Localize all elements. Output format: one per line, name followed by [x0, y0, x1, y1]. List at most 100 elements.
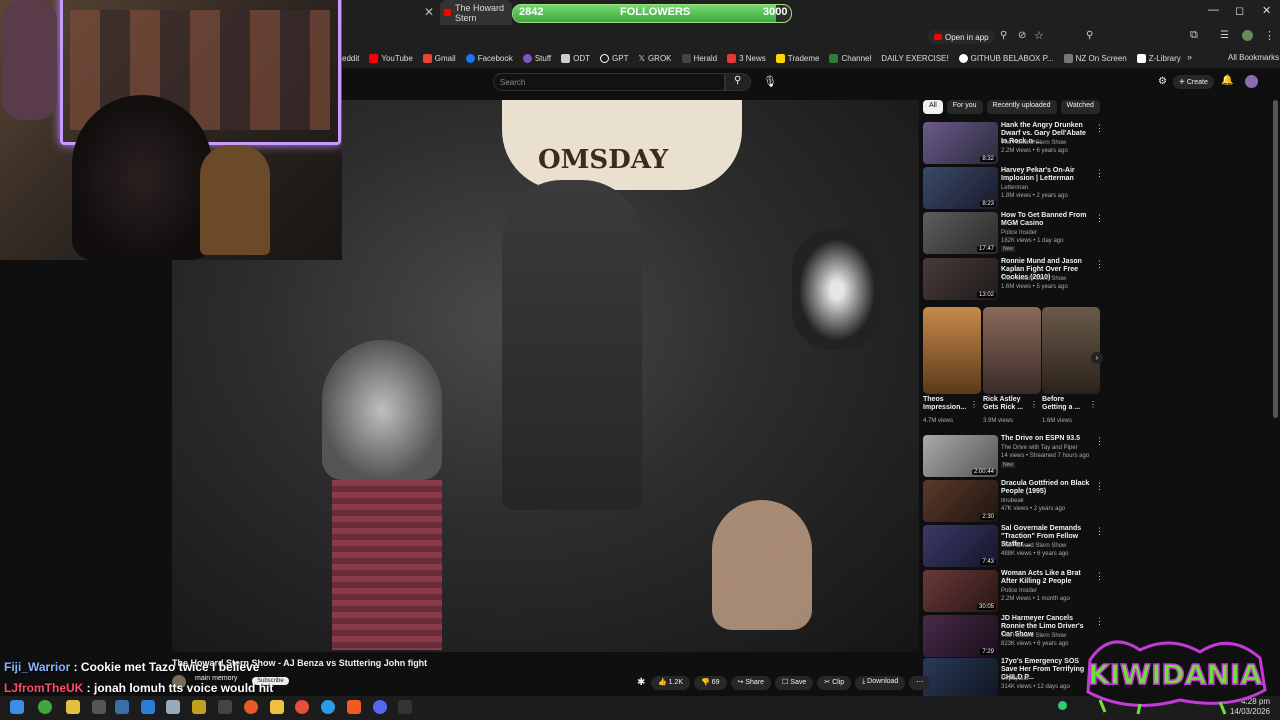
more-icon[interactable]: ⋮	[1095, 213, 1104, 224]
app-icon[interactable]	[192, 700, 206, 714]
bookmark-facebook[interactable]: Facebook	[465, 53, 513, 63]
bookmark-github[interactable]: GITHUB BELABOX P...	[958, 53, 1054, 63]
more-actions-button[interactable]: ⋯	[909, 676, 931, 690]
star-icon[interactable]: ☆	[1034, 29, 1044, 42]
create-button[interactable]: + Create	[1173, 75, 1214, 89]
cast-icon[interactable]: ⚙	[1158, 76, 1167, 87]
app-icon[interactable]	[66, 700, 80, 714]
bookmark-gmail[interactable]: Gmail	[422, 53, 456, 63]
all-bookmarks[interactable]: All Bookmarks	[1228, 53, 1279, 62]
bookmark-herald[interactable]: Herald	[681, 53, 717, 63]
page-scrollbar[interactable]	[1273, 100, 1278, 418]
obs-icon[interactable]	[92, 700, 106, 714]
more-icon[interactable]: ⋮	[1095, 123, 1104, 134]
recommendation-item[interactable]: 30:05 Woman Acts Like a Brat After Killi…	[923, 570, 1104, 612]
start-icon[interactable]	[10, 700, 24, 714]
share-button[interactable]: ↪ Share	[730, 676, 772, 690]
chip-recently-uploaded[interactable]: Recently uploaded	[986, 100, 1057, 114]
more-icon[interactable]: ⋮	[1095, 616, 1104, 627]
bookmark-trademe[interactable]: Trademe	[775, 53, 819, 63]
tab-previous[interactable]: ✕	[342, 0, 438, 25]
more-icon[interactable]: ⋮	[1095, 259, 1104, 270]
chevron-right-icon[interactable]: ›	[1091, 352, 1103, 364]
profile-avatar[interactable]	[1242, 30, 1253, 41]
bell-icon[interactable]: 🔔	[1221, 75, 1233, 86]
discord-icon[interactable]	[373, 700, 387, 714]
close-icon[interactable]: ✕	[424, 5, 434, 19]
status-icon[interactable]	[1058, 701, 1067, 710]
short-thumbnail[interactable]	[1042, 307, 1100, 394]
new-badge: New	[1001, 246, 1016, 252]
recommendation-item[interactable]: 7:43 Sal Governale Demands "Traction" Fr…	[923, 525, 1104, 567]
recommendation-item[interactable]: 2:30 Dracula Gottfried on Black People (…	[923, 480, 1104, 522]
bookmark-stuff[interactable]: Stuff	[522, 53, 551, 63]
search-input[interactable]: Search	[493, 73, 725, 91]
bookmark-nz-on-screen[interactable]: NZ On Screen	[1063, 53, 1127, 63]
app-icon[interactable]	[38, 700, 52, 714]
bookmark-grok[interactable]: 𝕏 GROK	[638, 54, 671, 63]
chip-for-you[interactable]: For you	[946, 100, 983, 114]
recommendation-item[interactable]: 2:00:44 The Drive on ESPN 93.5 The Drive…	[923, 435, 1104, 477]
more-icon[interactable]: ⋮	[1095, 571, 1104, 582]
chip-all[interactable]: All	[923, 100, 943, 114]
chip-watched[interactable]: Watched	[1060, 100, 1100, 114]
more-icon[interactable]: ⋮	[1095, 526, 1104, 537]
gear-icon[interactable]: ✱	[637, 677, 645, 688]
more-icon[interactable]: ⋮	[1095, 436, 1104, 447]
bookmark-zlibrary[interactable]: Z-Library	[1136, 53, 1181, 63]
save-button[interactable]: ☐ Save	[775, 676, 814, 690]
app-icon[interactable]	[141, 700, 155, 714]
short-thumbnail[interactable]	[983, 307, 1041, 394]
eye-off-icon[interactable]: ⊘	[1018, 30, 1026, 41]
short-thumbnail[interactable]	[923, 307, 981, 394]
clip-button[interactable]: ✂ Clip	[817, 676, 852, 690]
recommendation-channel: The Howard Stern Show	[1001, 633, 1067, 639]
dislike-button[interactable]: 👎 69	[694, 676, 727, 690]
folder-icon[interactable]	[270, 700, 284, 714]
more-icon[interactable]: ⋮	[1095, 481, 1104, 492]
download-button[interactable]: ⤓ Download	[855, 676, 906, 690]
chevron-right-icon[interactable]: »	[1187, 52, 1192, 62]
recommendation-item[interactable]: 17:47 How To Get Banned From MGM Casino …	[923, 212, 1104, 254]
like-button[interactable]: 👍 1.2K	[651, 676, 691, 690]
app-icon[interactable]	[166, 700, 180, 714]
bookmark-channel[interactable]: Channel	[829, 53, 871, 63]
minimize-button[interactable]: —	[1208, 4, 1219, 16]
more-icon[interactable]: ⋮	[1095, 168, 1104, 179]
menu-icon[interactable]: ☰	[1220, 30, 1229, 41]
x-icon: 𝕏	[638, 53, 645, 63]
maximize-button[interactable]: ◻	[1235, 4, 1244, 17]
app-icon[interactable]	[218, 700, 232, 714]
zoom-icon[interactable]: ⚲	[1000, 30, 1007, 41]
recommendation-item[interactable]: 8:23 Harvey Pekar's On-Air Implosion | L…	[923, 167, 1104, 209]
more-icon[interactable]: ⋮	[1089, 400, 1097, 409]
brave-icon[interactable]	[347, 700, 361, 714]
duration-badge: 2:00:44	[971, 469, 996, 475]
more-icon[interactable]: ⋮	[1030, 400, 1038, 409]
more-icon[interactable]: ⋮	[1264, 29, 1275, 42]
recommendation-item[interactable]: 8:32 Hank the Angry Drunken Dwarf vs. Ga…	[923, 122, 1104, 164]
app-icon[interactable]	[115, 700, 129, 714]
open-in-app-button[interactable]: Open in app	[928, 30, 995, 44]
recommendation-item[interactable]: 17yo's Emergency SOS Save Her From Terri…	[923, 658, 1103, 696]
bookmark-gpt[interactable]: GPT	[600, 53, 628, 63]
recommendation-item[interactable]: 13:02 Ronnie Mund and Jason Kaplan Fight…	[923, 258, 1104, 300]
microphone-icon[interactable]: 🎙	[763, 75, 777, 88]
extensions-icon[interactable]: ⧉	[1190, 29, 1198, 42]
search-button[interactable]: ⚲	[725, 73, 751, 91]
bookmark-odt[interactable]: ODT	[561, 53, 590, 63]
recommendation-item[interactable]: 7:29 JD Harmeyer Cancels Ronnie the Limo…	[923, 615, 1104, 657]
edge-icon[interactable]	[321, 700, 335, 714]
close-window-button[interactable]: ✕	[1262, 4, 1271, 17]
firefox-icon[interactable]	[244, 700, 258, 714]
account-avatar[interactable]	[1245, 75, 1258, 88]
search-icon[interactable]: ⚲	[1086, 30, 1093, 41]
bookmark-daily-exercise[interactable]: DAILY EXERCISE!	[881, 54, 948, 63]
chrome-icon[interactable]	[295, 700, 309, 714]
terminal-icon[interactable]	[398, 700, 412, 714]
bookmark-3news[interactable]: 3 News	[727, 53, 766, 63]
bookmark-youtube[interactable]: YouTube	[369, 53, 413, 63]
tab-active[interactable]: The Howard Stern	[440, 0, 512, 25]
bookmark-reddit[interactable]: eddit	[342, 54, 359, 63]
more-icon[interactable]: ⋮	[970, 400, 978, 409]
